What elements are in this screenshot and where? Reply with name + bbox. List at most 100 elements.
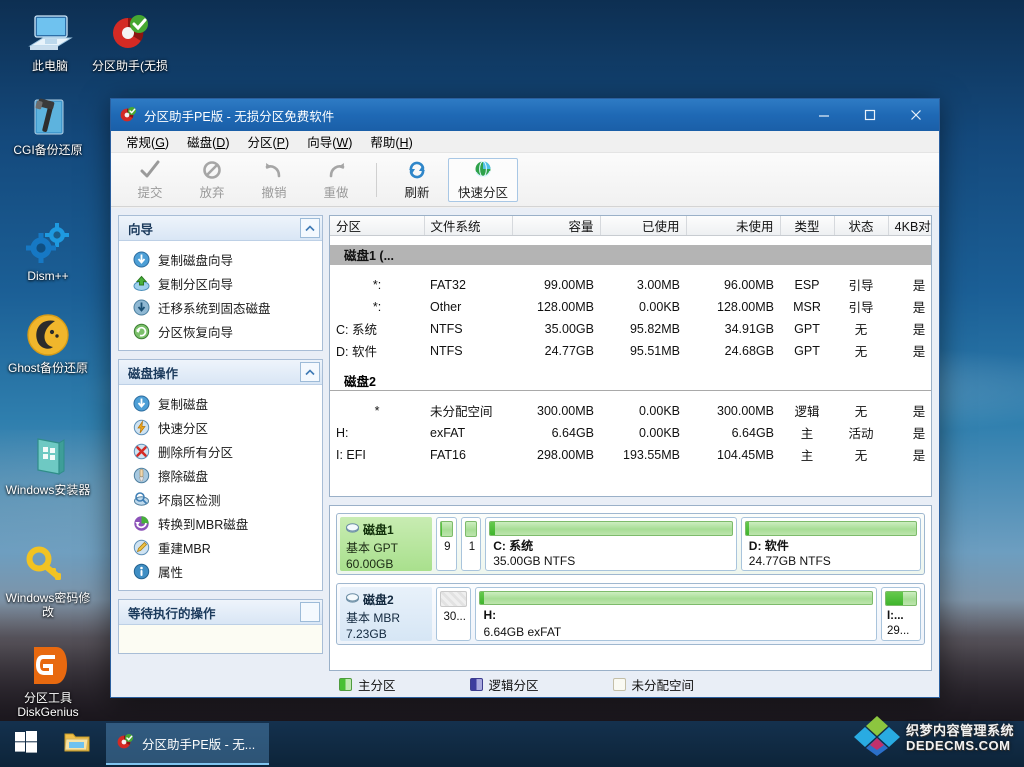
col-partition[interactable]: 分区 (330, 216, 425, 236)
convert-icon (133, 515, 150, 532)
splitter-grip[interactable]: • • • • (613, 506, 647, 510)
collapse-icon[interactable] (300, 362, 320, 382)
toolbar-quick-partition-button[interactable]: 快速分区 (448, 157, 518, 202)
col-used[interactable]: 已使用 (600, 216, 687, 236)
sidebar-item-bad-sector-check[interactable]: 坏扇区检测 (119, 487, 322, 511)
usage-bar (464, 521, 478, 537)
close-button[interactable] (893, 99, 939, 131)
sidebar-item-label: 坏扇区检测 (158, 493, 221, 508)
disk1-part-c[interactable]: C: 系统 35.00GB NTFS (485, 517, 737, 571)
window-titlebar[interactable]: 分区助手PE版 - 无损分区免费软件 (111, 99, 939, 131)
disk2-group-header[interactable]: 磁盘2 (330, 370, 931, 391)
disk2-part-i[interactable]: I:... 29... (880, 587, 921, 641)
sidebar-item-rebuild-mbr[interactable]: 重建MBR (119, 535, 322, 559)
file-explorer-button[interactable] (52, 721, 102, 767)
folder-icon (64, 731, 90, 758)
toolbar-discard-button[interactable]: 放弃 (181, 156, 243, 204)
disk1-part-esp[interactable]: 9 (436, 517, 457, 571)
desktop-icon-windows-installer[interactable]: Windows安装器 (0, 432, 96, 497)
sidebar-item-wipe-disk[interactable]: 擦除磁盘 (119, 463, 322, 487)
taskbar-item-partition-assistant[interactable]: 分区助手PE版 - 无... (106, 723, 270, 765)
desktop-icon-label: Ghost备份还原 (7, 361, 89, 375)
partition-table-container[interactable]: 分区 文件系统 容量 已使用 未使用 类型 状态 4KB对齐 (329, 215, 932, 497)
table-row[interactable]: *: FAT32 99.00MB 3.00MB 96.00MB ESP 引导 是 (330, 274, 931, 296)
sidebar-item-migrate-os-ssd[interactable]: 迁移系统到固态磁盘 (119, 295, 322, 319)
maximize-button[interactable] (847, 99, 893, 131)
cell-capacity: 300.00MB (537, 403, 594, 418)
usage-bar (479, 591, 873, 605)
menu-disk[interactable]: 磁盘(D) (178, 130, 238, 153)
menu-partition[interactable]: 分区(P) (238, 130, 298, 153)
legend-primary: 主分区 (339, 675, 396, 694)
cell-status: 无 (854, 405, 868, 419)
minimize-button[interactable] (801, 99, 847, 131)
sidebar-item-label: 快速分区 (158, 421, 209, 436)
disk-ops-panel-header[interactable]: 磁盘操作 (119, 360, 322, 385)
table-header-row: 分区 文件系统 容量 已使用 未使用 类型 状态 4KB对齐 (330, 216, 931, 236)
disk1-part-d[interactable]: D: 软件 24.77GB NTFS (740, 517, 921, 571)
cell-filesystem: exFAT (430, 425, 466, 440)
toolbar-refresh-button[interactable]: 刷新 (386, 156, 448, 204)
disk-map: • • • • 磁盘1 基本 GPT 60.00GB 9 1 C: 系统 35.… (329, 505, 932, 671)
table-spacer (330, 362, 931, 371)
sidebar-item-copy-disk-wizard[interactable]: 复制磁盘向导 (119, 247, 322, 271)
partition-table: 分区 文件系统 容量 已使用 未使用 类型 状态 4KB对齐 (330, 216, 931, 466)
toolbar-undo-button[interactable]: 撤销 (243, 156, 305, 204)
sidebar-item-convert-to-mbr[interactable]: 转换到MBR磁盘 (119, 511, 322, 535)
sidebar-item-partition-recovery-wizard[interactable]: 分区恢复向导 (119, 319, 322, 343)
refresh-icon (406, 159, 428, 181)
menu-help[interactable]: 帮助(H) (361, 130, 421, 153)
desktop-icon-ghost-backup[interactable]: Ghost备份还原 (0, 310, 96, 375)
table-row[interactable]: C: 系统 NTFS 35.00GB 95.82MB 34.91GB GPT 无… (330, 318, 931, 340)
toolbar-submit-button[interactable]: 提交 (119, 156, 181, 204)
table-row[interactable]: I: EFI FAT16 298.00MB 193.55MB 104.45MB … (330, 444, 931, 466)
disk2-part-unallocated[interactable]: 30... (436, 587, 472, 641)
wizard-panel: 向导 复制磁盘向导 复制分区向导 迁移系统到固态磁盘 分区恢复向导 (118, 215, 323, 351)
wizard-panel-header[interactable]: 向导 (119, 216, 322, 241)
table-row[interactable]: D: 软件 NTFS 24.77GB 95.51MB 24.68GB GPT 无… (330, 340, 931, 362)
disk1-strip[interactable]: 磁盘1 基本 GPT 60.00GB 9 1 C: 系统 35.00GB NTF… (336, 513, 925, 575)
pending-ops-panel-header[interactable]: 等待执行的操作 (119, 600, 322, 625)
sidebar-item-properties[interactable]: 属性 (119, 559, 322, 583)
sidebar-item-copy-disk[interactable]: 复制磁盘 (119, 391, 322, 415)
col-type[interactable]: 类型 (780, 216, 835, 236)
disk2-part-h[interactable]: H: 6.64GB exFAT (475, 587, 877, 641)
sidebar-item-copy-partition-wizard[interactable]: 复制分区向导 (119, 271, 322, 295)
toolbar-redo-button[interactable]: 重做 (305, 156, 367, 204)
cell-align: 是 (912, 345, 926, 359)
table-row[interactable]: *: Other 128.00MB 0.00KB 128.00MB MSR 引导… (330, 296, 931, 318)
menu-wizard[interactable]: 向导(W) (298, 130, 361, 153)
toolbar-quick-partition-label: 快速分区 (457, 185, 508, 200)
collapse-icon[interactable] (300, 602, 320, 622)
desktop-icon-partition-assistant[interactable]: 分区助手(无损 (82, 8, 178, 73)
desktop-icon-cgi-backup[interactable]: CGI备份还原 (0, 92, 96, 157)
table-row[interactable]: * 未分配空间 300.00MB 0.00KB 300.00MB 逻辑 无 是 (330, 400, 931, 422)
table-row[interactable]: H: exFAT 6.64GB 0.00KB 6.64GB 主 活动 是 (330, 422, 931, 444)
desktop-icon-diskgenius[interactable]: 分区工具DiskGenius (0, 640, 96, 719)
collapse-icon[interactable] (300, 218, 320, 238)
cell-align: 是 (912, 279, 926, 293)
col-unused[interactable]: 未使用 (686, 216, 781, 236)
col-align[interactable]: 4KB对齐 (888, 216, 931, 236)
desktop-icon-dism-plus[interactable]: Dism++ (0, 218, 96, 283)
menu-wizard-accel: W (336, 136, 349, 150)
desktop-icon-windows-password[interactable]: Windows密码修改 (0, 540, 96, 619)
sidebar-item-delete-all-partitions[interactable]: 删除所有分区 (119, 439, 322, 463)
cell-status: 无 (854, 345, 868, 359)
menu-general[interactable]: 常规(G) (117, 130, 178, 153)
disk-ops-panel: 磁盘操作 复制磁盘 快速分区 删除所有分区 擦除磁盘 坏扇区检测 转换到MBR磁… (118, 359, 323, 591)
disk1-group-header[interactable]: 磁盘1 (... (330, 244, 931, 265)
sidebar-item-label: 属性 (158, 565, 184, 580)
cell-capacity: 128.00MB (537, 299, 594, 314)
app-icon (116, 733, 134, 754)
disk2-strip[interactable]: 磁盘2 基本 MBR 7.23GB 30... H: 6.64GB exFAT (336, 583, 925, 645)
col-status[interactable]: 状态 (834, 216, 889, 236)
col-filesystem[interactable]: 文件系统 (424, 216, 513, 236)
sidebar-item-quick-partition[interactable]: 快速分区 (119, 415, 322, 439)
cell-used: 3.00MB (636, 277, 680, 292)
unallocated-bar (440, 591, 468, 607)
disk1-part-msr[interactable]: 1 (460, 517, 482, 571)
disk-ops-panel-body: 复制磁盘 快速分区 删除所有分区 擦除磁盘 坏扇区检测 转换到MBR磁盘 重建M… (119, 385, 322, 590)
col-capacity[interactable]: 容量 (512, 216, 601, 236)
start-button[interactable] (0, 721, 52, 767)
